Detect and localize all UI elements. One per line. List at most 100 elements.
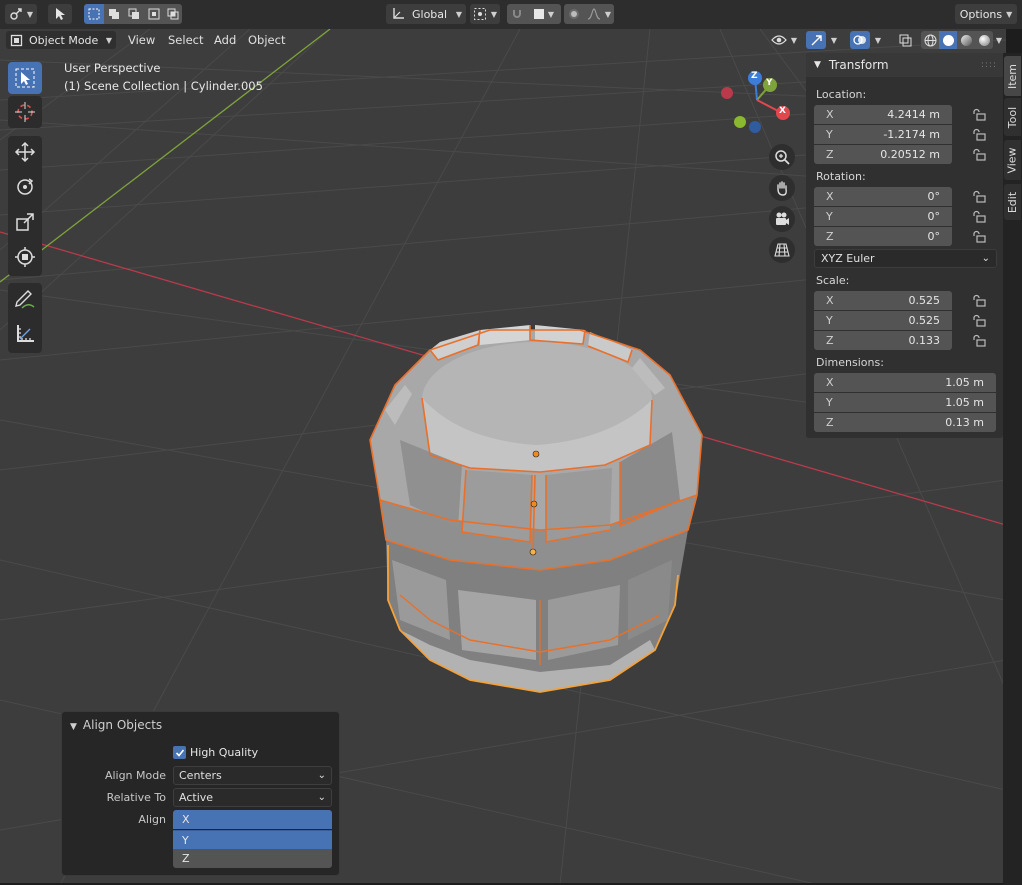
- dimension-y-field[interactable]: Y 1.05 m: [814, 393, 996, 412]
- tab-view[interactable]: View: [1004, 140, 1021, 180]
- field-value: 1.05 m: [945, 376, 984, 389]
- tool-measure[interactable]: [8, 318, 42, 350]
- pivot-point-dropdown[interactable]: ▼: [470, 4, 500, 24]
- mode-dropdown[interactable]: Object Mode ▼: [6, 31, 116, 49]
- snap-target-dropdown[interactable]: ▼: [527, 4, 561, 24]
- subtract-select-icon: [128, 8, 139, 19]
- options-dropdown[interactable]: Options ▼: [955, 4, 1017, 24]
- field-axis-label: Y: [826, 210, 833, 223]
- annotate-pen-icon: [15, 290, 35, 309]
- rotation-mode-dropdown[interactable]: XYZ Euler ⌄: [814, 249, 997, 268]
- dimension-x-field[interactable]: X 1.05 m: [814, 373, 996, 392]
- shading-material-button[interactable]: [957, 31, 975, 49]
- rotation-y-field[interactable]: Y 0°: [814, 207, 952, 226]
- overlays-toggle-button[interactable]: [850, 31, 870, 49]
- high-quality-label[interactable]: High Quality: [190, 746, 258, 759]
- lock-icon[interactable]: [972, 108, 986, 122]
- align-z-toggle[interactable]: Z: [173, 849, 332, 868]
- intersect-select-icon: [167, 8, 179, 20]
- gizmo-toggle-button[interactable]: [806, 31, 826, 49]
- gizmo-dropdown[interactable]: ▼: [826, 31, 842, 49]
- chevron-down-icon: ▼: [790, 35, 798, 45]
- pan-button[interactable]: [769, 175, 795, 201]
- tool-rotate[interactable]: [8, 171, 42, 203]
- shading-dropdown[interactable]: ▼: [993, 31, 1005, 49]
- lock-icon[interactable]: [972, 314, 986, 328]
- tab-edit[interactable]: Edit: [1004, 184, 1021, 220]
- tool-transform[interactable]: [8, 241, 42, 273]
- lock-icon[interactable]: [972, 334, 986, 348]
- tab-tool[interactable]: Tool: [1004, 98, 1021, 136]
- lock-icon[interactable]: [972, 230, 986, 244]
- gizmo-y-label[interactable]: Y: [766, 78, 773, 88]
- move-icon: [14, 141, 36, 163]
- transform-panel-header[interactable]: ▼ Transform ::::: [806, 53, 1003, 77]
- align-y-toggle[interactable]: Y: [173, 830, 332, 849]
- menu-view[interactable]: View: [124, 31, 159, 49]
- select-mode-invert-button[interactable]: [144, 4, 164, 24]
- xray-toggle-button[interactable]: [895, 31, 915, 49]
- orientation-axes-icon: [393, 8, 404, 19]
- align-mode-value: Centers: [179, 769, 222, 782]
- transform-orientation-dropdown[interactable]: Global ▼: [386, 4, 466, 24]
- overlays-dropdown[interactable]: ▼: [870, 31, 886, 49]
- tool-scale[interactable]: [8, 206, 42, 238]
- align-mode-dropdown[interactable]: Centers ⌄: [173, 766, 332, 785]
- select-mode-intersect-button[interactable]: [164, 4, 182, 24]
- visibility-dropdown[interactable]: ▼: [768, 31, 800, 49]
- proportional-editing-toggle[interactable]: [564, 4, 584, 24]
- lock-icon[interactable]: [972, 190, 986, 204]
- 3d-cursor-icon: [15, 102, 35, 122]
- relative-to-value: Active: [179, 791, 214, 804]
- rotation-z-field[interactable]: Z 0°: [814, 227, 952, 246]
- tool-cursor[interactable]: [8, 96, 42, 128]
- snap-toggle-button[interactable]: [507, 4, 527, 24]
- ruler-icon: [17, 325, 34, 342]
- field-axis-label: X: [826, 108, 834, 121]
- menu-object[interactable]: Object: [244, 31, 289, 49]
- align-x-toggle[interactable]: X: [173, 810, 332, 829]
- shading-solid-button[interactable]: [939, 31, 957, 49]
- drag-handle-icon[interactable]: ::::: [981, 60, 997, 70]
- scale-label: Scale:: [816, 274, 850, 287]
- select-mode-subtract-button[interactable]: [124, 4, 144, 24]
- select-mode-extend-button[interactable]: [104, 4, 124, 24]
- gizmo-x-label[interactable]: X: [779, 106, 786, 116]
- tool-move[interactable]: [8, 136, 42, 168]
- high-quality-checkbox[interactable]: [173, 746, 186, 759]
- shading-rendered-button[interactable]: [975, 31, 993, 49]
- menu-select[interactable]: Select: [164, 31, 207, 49]
- gizmo-z-label[interactable]: Z: [751, 71, 758, 81]
- scale-y-field[interactable]: Y 0.525: [814, 311, 952, 330]
- lock-icon[interactable]: [972, 294, 986, 308]
- tool-annotate[interactable]: [8, 283, 42, 315]
- tab-item[interactable]: Item: [1004, 56, 1021, 96]
- transform-panel-title: Transform: [828, 58, 889, 72]
- location-z-field[interactable]: Z 0.20512 m: [814, 145, 952, 164]
- lock-icon[interactable]: [972, 210, 986, 224]
- dimension-z-field[interactable]: Z 0.13 m: [814, 413, 996, 432]
- lock-icon[interactable]: [972, 128, 986, 142]
- editor-type-button[interactable]: ▼: [5, 4, 37, 24]
- rotation-x-field[interactable]: X 0°: [814, 187, 952, 206]
- align-mode-label: Align Mode: [104, 769, 166, 782]
- relative-to-dropdown[interactable]: Active ⌄: [173, 788, 332, 807]
- camera-view-button[interactable]: [769, 206, 795, 232]
- proportional-falloff-dropdown[interactable]: ▼: [584, 4, 614, 24]
- zoom-button[interactable]: [769, 144, 795, 170]
- field-value: 0.13 m: [945, 416, 984, 429]
- select-tool-button[interactable]: [48, 4, 72, 24]
- pivot-point-icon: [473, 8, 486, 20]
- lock-icon[interactable]: [972, 148, 986, 162]
- shading-wireframe-button[interactable]: [921, 31, 939, 49]
- scale-z-field[interactable]: Z 0.133: [814, 331, 952, 350]
- perspective-toggle-button[interactable]: [769, 237, 795, 263]
- location-x-field[interactable]: X 4.2414 m: [814, 105, 952, 124]
- tool-select-box[interactable]: [8, 62, 42, 94]
- scale-x-field[interactable]: X 0.525: [814, 291, 952, 310]
- menu-add[interactable]: Add: [210, 31, 240, 49]
- align-objects-header[interactable]: ▼ Align Objects: [70, 718, 162, 732]
- solid-sphere-icon: [942, 34, 954, 46]
- location-y-field[interactable]: Y -1.2174 m: [814, 125, 952, 144]
- select-mode-new-button[interactable]: [84, 4, 104, 24]
